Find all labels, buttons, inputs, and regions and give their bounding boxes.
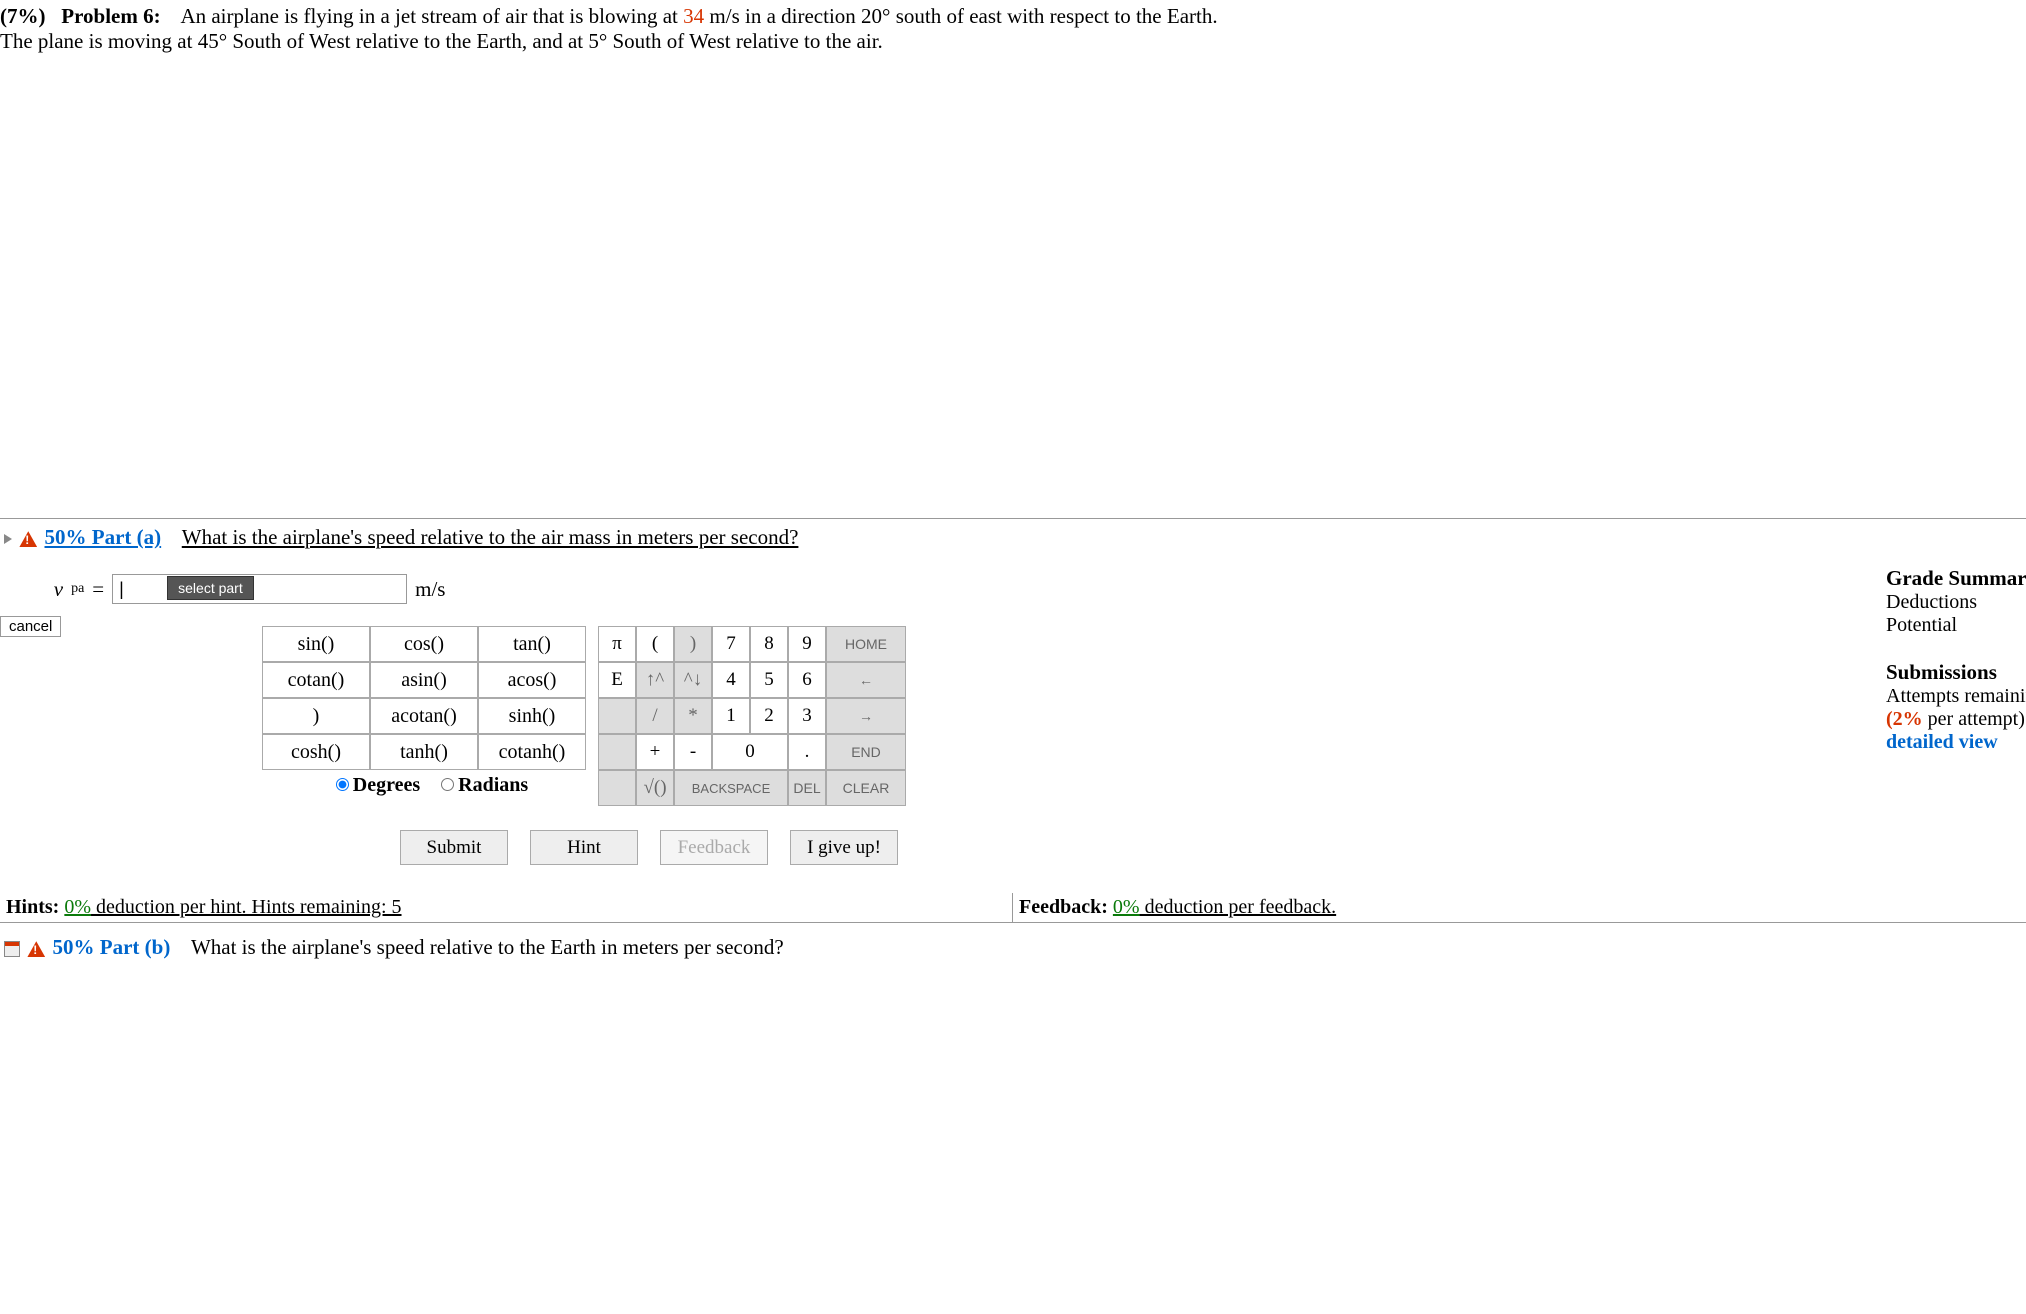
part-a-link[interactable]: 50% Part (a) bbox=[45, 525, 162, 549]
slash-button[interactable]: / bbox=[636, 698, 674, 734]
asterisk-button[interactable]: * bbox=[674, 698, 712, 734]
select-part-button[interactable]: select part bbox=[167, 576, 254, 600]
equals: = bbox=[92, 577, 104, 602]
giveup-button[interactable]: I give up! bbox=[790, 830, 898, 865]
cos-button[interactable]: cos() bbox=[370, 626, 478, 662]
hints-remaining: 5 bbox=[392, 896, 402, 918]
num8-button[interactable]: 8 bbox=[750, 626, 788, 662]
hint-button[interactable]: Hint bbox=[530, 830, 638, 865]
plus-button[interactable]: + bbox=[636, 734, 674, 770]
minus-button[interactable]: - bbox=[674, 734, 712, 770]
problem-label: Problem 6: bbox=[61, 4, 160, 28]
blank1-button bbox=[598, 698, 636, 734]
num1-button[interactable]: 1 bbox=[712, 698, 750, 734]
degrees-label: Degrees bbox=[353, 774, 420, 796]
submit-button[interactable]: Submit bbox=[400, 830, 508, 865]
part-a-question: What is the airplane's speed relative to… bbox=[182, 525, 799, 549]
sinh-button[interactable]: sinh() bbox=[478, 698, 586, 734]
feedback-text: deduction per feedback. bbox=[1140, 896, 1337, 918]
cancel-tooltip[interactable]: cancel bbox=[0, 616, 61, 637]
num6-button[interactable]: 6 bbox=[788, 662, 826, 698]
num5-button[interactable]: 5 bbox=[750, 662, 788, 698]
grade-potential: Potential bbox=[1886, 614, 2026, 637]
left-button[interactable]: ← bbox=[826, 662, 906, 698]
blank2-button bbox=[598, 734, 636, 770]
action-row: Submit Hint Feedback I give up! bbox=[80, 806, 1836, 879]
function-keypad: sin() cos() tan() cotan() asin() acos() … bbox=[262, 626, 586, 770]
right-button[interactable]: → bbox=[826, 698, 906, 734]
problem-percent: (7%) bbox=[0, 4, 46, 28]
num3-button[interactable]: 3 bbox=[788, 698, 826, 734]
unit-label: m/s bbox=[415, 577, 445, 602]
hints-row: Hints: 0% deduction per hint. Hints rema… bbox=[0, 893, 2026, 923]
down-button[interactable]: ^↓ bbox=[674, 662, 712, 698]
clear-button[interactable]: CLEAR bbox=[826, 770, 906, 806]
part-b-header: 50% Part (b) What is the airplane's spee… bbox=[0, 923, 2026, 972]
num2-button[interactable]: 2 bbox=[750, 698, 788, 734]
blank3-button bbox=[598, 770, 636, 806]
grade-title: Grade Summary bbox=[1886, 566, 2026, 591]
del-button[interactable]: DEL bbox=[788, 770, 826, 806]
answer-row: vpa = select part m/s bbox=[0, 556, 1856, 618]
radians-radio[interactable] bbox=[441, 778, 454, 791]
e-button[interactable]: E bbox=[598, 662, 636, 698]
answer-input[interactable] bbox=[112, 574, 407, 604]
sqrt-button[interactable]: √() bbox=[636, 770, 674, 806]
submissions-title: Submissions bbox=[1886, 660, 2026, 685]
sin-button[interactable]: sin() bbox=[262, 626, 370, 662]
tan-button[interactable]: tan() bbox=[478, 626, 586, 662]
warning-icon bbox=[27, 941, 45, 957]
num9-button[interactable]: 9 bbox=[788, 626, 826, 662]
dot-button[interactable]: . bbox=[788, 734, 826, 770]
home-button[interactable]: HOME bbox=[826, 626, 906, 662]
asin-button[interactable]: asin() bbox=[370, 662, 478, 698]
end-button[interactable]: END bbox=[826, 734, 906, 770]
angle-mode: Degrees Radians bbox=[262, 770, 586, 801]
rparen2-button[interactable]: ) bbox=[674, 626, 712, 662]
answer-var: v bbox=[54, 577, 63, 602]
feedback-pct: 0% bbox=[1113, 896, 1140, 918]
num0-button[interactable]: 0 bbox=[712, 734, 788, 770]
radians-label: Radians bbox=[458, 774, 528, 796]
calendar-icon[interactable] bbox=[4, 941, 20, 957]
hints-text: deduction per hint. Hints remaining: bbox=[91, 896, 392, 918]
problem-header: (7%) Problem 6: An airplane is flying in… bbox=[0, 0, 2026, 58]
warning-icon bbox=[19, 531, 37, 547]
grade-deductions: Deductions bbox=[1886, 591, 2026, 614]
pi-button[interactable]: π bbox=[598, 626, 636, 662]
feedback-button: Feedback bbox=[660, 830, 768, 865]
part-b-question: What is the airplane's speed relative to… bbox=[191, 935, 784, 959]
problem-red-value: 34 bbox=[683, 4, 704, 28]
attempt-pct: (2% bbox=[1886, 708, 1923, 730]
part-b-link[interactable]: 50% Part (b) bbox=[53, 935, 171, 959]
backspace-button[interactable]: BACKSPACE bbox=[674, 770, 788, 806]
num7-button[interactable]: 7 bbox=[712, 626, 750, 662]
problem-text2: m/s in a direction 20° south of east wit… bbox=[704, 4, 1217, 28]
hints-label: Hints: bbox=[6, 896, 59, 918]
detailed-view-link[interactable]: detailed view bbox=[1886, 731, 2026, 754]
chevron-right-icon[interactable] bbox=[4, 534, 12, 544]
cotanh-button[interactable]: cotanh() bbox=[478, 734, 586, 770]
feedback-label: Feedback: bbox=[1019, 896, 1108, 918]
problem-text1: An airplane is flying in a jet stream of… bbox=[180, 4, 683, 28]
part-a-header: 50% Part (a) What is the airplane's spee… bbox=[0, 519, 2026, 556]
numeric-keypad: π ( ) 7 8 9 HOME E ↑^ ^↓ 4 5 6 ← / * 1 2… bbox=[598, 626, 906, 806]
cotan-button[interactable]: cotan() bbox=[262, 662, 370, 698]
hints-pct: 0% bbox=[64, 896, 91, 918]
grade-summary: Grade Summary Deductions Potential Submi… bbox=[1856, 556, 2026, 893]
acotan-button[interactable]: acotan() bbox=[370, 698, 478, 734]
cosh-button[interactable]: cosh() bbox=[262, 734, 370, 770]
rparen-button[interactable]: ) bbox=[262, 698, 370, 734]
acos-button[interactable]: acos() bbox=[478, 662, 586, 698]
problem-text3: The plane is moving at 45° South of West… bbox=[0, 29, 883, 53]
tanh-button[interactable]: tanh() bbox=[370, 734, 478, 770]
answer-sub: pa bbox=[71, 581, 84, 597]
attempts-label: Attempts remaining: bbox=[1886, 685, 2026, 708]
num4-button[interactable]: 4 bbox=[712, 662, 750, 698]
up-button[interactable]: ↑^ bbox=[636, 662, 674, 698]
degrees-radio[interactable] bbox=[336, 778, 349, 791]
lparen-button[interactable]: ( bbox=[636, 626, 674, 662]
